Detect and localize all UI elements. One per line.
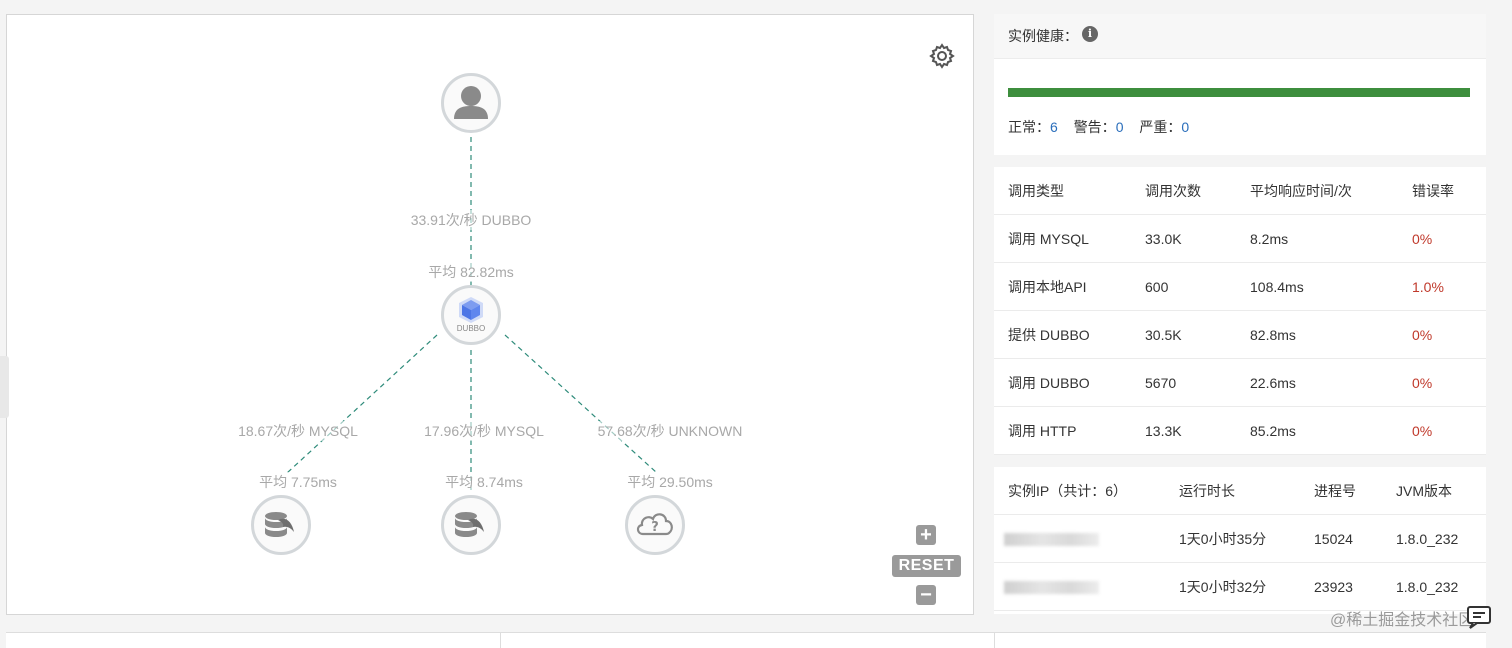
call-count: 600 bbox=[1145, 279, 1169, 295]
cube-icon bbox=[459, 297, 483, 323]
chat-icon[interactable] bbox=[1464, 602, 1494, 632]
zoom-out-button[interactable]: − bbox=[916, 585, 936, 605]
zoom-in-button[interactable]: + bbox=[916, 525, 936, 545]
table-row[interactable]: 调用本地API 600 108.4ms 1.0% bbox=[994, 263, 1486, 311]
health-title: 实例健康： bbox=[1008, 28, 1078, 44]
redacted-ip bbox=[1004, 581, 1099, 594]
uptime: 1天0小时35分 bbox=[1179, 531, 1267, 547]
mysql-node[interactable] bbox=[441, 495, 501, 555]
uptime: 1天0小时32分 bbox=[1179, 579, 1267, 595]
table-row[interactable]: 调用 MYSQL 33.0K 8.2ms 0% bbox=[994, 215, 1486, 263]
column-header: 调用次数 bbox=[1145, 183, 1201, 199]
gear-icon[interactable] bbox=[929, 43, 955, 69]
edge-service-mysql-1 bbox=[286, 334, 438, 474]
edge-service-unknown bbox=[504, 334, 658, 474]
edge-label-rate: 17.96次/秒 MYSQL bbox=[424, 421, 544, 441]
table-row[interactable]: 1天0小时32分 23923 1.8.0_232 bbox=[994, 563, 1486, 611]
user-icon bbox=[454, 86, 488, 119]
user-node[interactable] bbox=[441, 73, 501, 133]
call-count: 13.3K bbox=[1145, 423, 1182, 439]
call-type: 调用 MYSQL bbox=[1008, 231, 1089, 247]
section-divider bbox=[994, 155, 1486, 167]
normal-label: 正常： bbox=[1008, 119, 1050, 135]
error-rate: 0% bbox=[1412, 231, 1433, 247]
edge-label-rate: 33.91次/秒 DUBBO bbox=[410, 210, 532, 230]
service-node[interactable]: DUBBO bbox=[441, 285, 501, 345]
divider bbox=[500, 633, 501, 648]
edge-label-avg: 平均 82.82ms bbox=[428, 262, 514, 282]
info-icon[interactable]: i bbox=[1082, 26, 1098, 42]
reset-button[interactable]: RESET bbox=[892, 555, 961, 577]
call-count: 30.5K bbox=[1145, 327, 1182, 343]
table-header-row: 调用类型 调用次数 平均响应时间/次 错误率 bbox=[994, 167, 1486, 215]
edge-label-avg: 平均 8.74ms bbox=[445, 472, 523, 492]
svg-text:?: ? bbox=[651, 520, 659, 535]
section-divider bbox=[994, 455, 1486, 467]
divider bbox=[994, 633, 995, 648]
column-header: 实例IP（共计：6） bbox=[1008, 483, 1128, 499]
error-rate: 1.0% bbox=[1412, 279, 1444, 295]
edge-label-avg: 平均 29.50ms bbox=[627, 472, 713, 492]
topology-canvas[interactable]: 33.91次/秒 DUBBO 平均 82.82ms 18.67次/秒 MYSQL… bbox=[6, 14, 974, 615]
bottom-panel-strip bbox=[6, 632, 1486, 648]
table-row[interactable]: 提供 DUBBO 30.5K 82.8ms 0% bbox=[994, 311, 1486, 359]
collapse-handle[interactable] bbox=[0, 356, 9, 418]
avg-response: 108.4ms bbox=[1250, 279, 1304, 295]
error-rate: 0% bbox=[1412, 423, 1433, 439]
health-header: 实例健康： i bbox=[994, 14, 1486, 59]
call-count: 5670 bbox=[1145, 375, 1177, 391]
column-header: 平均响应时间/次 bbox=[1250, 183, 1352, 199]
warning-count: 0 bbox=[1115, 119, 1124, 135]
call-type: 调用 HTTP bbox=[1008, 423, 1077, 439]
jvm-version: 1.8.0_232 bbox=[1396, 531, 1459, 547]
warning-label: 警告： bbox=[1073, 119, 1116, 135]
normal-count: 6 bbox=[1050, 119, 1058, 135]
instance-info-panel: 实例健康： i 正常：6 警告：0 严重：0 调用类型 调用次数 平均响应时间/… bbox=[994, 14, 1486, 614]
avg-response: 85.2ms bbox=[1250, 423, 1296, 439]
column-header: 进程号 bbox=[1314, 483, 1356, 499]
process-id: 15024 bbox=[1314, 531, 1353, 547]
call-type: 调用 DUBBO bbox=[1008, 375, 1090, 391]
table-row[interactable]: 1天0小时35分 15024 1.8.0_232 bbox=[994, 515, 1486, 563]
error-rate: 0% bbox=[1412, 327, 1433, 343]
mysql-database-icon bbox=[455, 512, 484, 537]
avg-response: 82.8ms bbox=[1250, 327, 1296, 343]
table-row[interactable]: 调用 HTTP 13.3K 85.2ms 0% bbox=[994, 407, 1486, 455]
health-bar bbox=[1008, 88, 1470, 97]
edge-label-rate: 18.67次/秒 MYSQL bbox=[238, 421, 358, 441]
process-id: 23923 bbox=[1314, 579, 1353, 595]
call-count: 33.0K bbox=[1145, 231, 1182, 247]
unknown-node[interactable]: ? bbox=[625, 495, 685, 555]
panel-scrollbar[interactable] bbox=[1488, 14, 1498, 614]
edge-label-rate: 57.68次/秒 UNKNOWN bbox=[597, 421, 743, 441]
cloud-question-icon: ? bbox=[636, 513, 673, 536]
column-header: JVM版本 bbox=[1396, 483, 1452, 499]
table-row[interactable]: 调用 DUBBO 5670 22.6ms 0% bbox=[994, 359, 1486, 407]
call-type: 调用本地API bbox=[1008, 279, 1087, 295]
avg-response: 8.2ms bbox=[1250, 231, 1289, 247]
column-header: 错误率 bbox=[1412, 183, 1454, 199]
severe-count: 0 bbox=[1181, 119, 1190, 135]
edge-label-avg: 平均 7.75ms bbox=[259, 472, 337, 492]
service-node-label: DUBBO bbox=[456, 324, 486, 333]
call-type: 提供 DUBBO bbox=[1008, 327, 1090, 343]
table-header-row: 实例IP（共计：6） 运行时长 进程号 JVM版本 bbox=[994, 467, 1486, 515]
mysql-database-icon bbox=[265, 512, 294, 537]
redacted-ip bbox=[1004, 533, 1099, 546]
watermark: @稀土掘金技术社区 bbox=[1330, 612, 1475, 629]
column-header: 调用类型 bbox=[1008, 183, 1064, 199]
column-header: 运行时长 bbox=[1179, 483, 1235, 499]
mysql-node[interactable] bbox=[251, 495, 311, 555]
health-stats: 正常：6 警告：0 严重：0 bbox=[1008, 117, 1201, 137]
jvm-version: 1.8.0_232 bbox=[1396, 579, 1459, 595]
avg-response: 22.6ms bbox=[1250, 375, 1296, 391]
error-rate: 0% bbox=[1412, 375, 1433, 391]
severe-label: 严重： bbox=[1139, 119, 1182, 135]
